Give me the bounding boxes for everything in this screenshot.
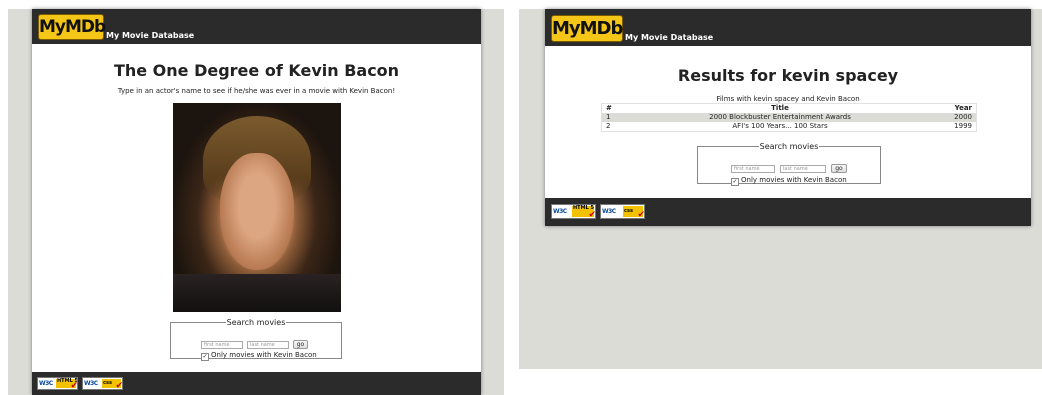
site-tagline: My Movie Database xyxy=(106,31,195,40)
row-year: 1999 xyxy=(954,122,972,130)
go-button[interactable]: go xyxy=(293,340,308,349)
row-num: 2 xyxy=(606,122,611,130)
site-footer: W3C HTML 5 ✔ W3C css ✔ xyxy=(545,198,1031,226)
w3c-logo-icon: W3C xyxy=(553,208,567,215)
search-legend: Search movies xyxy=(759,142,819,151)
photo-face xyxy=(220,153,294,271)
last-name-input[interactable]: last name xyxy=(780,165,826,173)
results-title: Results for kevin spacey xyxy=(677,66,899,85)
last-name-input[interactable]: last name xyxy=(247,341,289,349)
site-logo[interactable]: MyMDb xyxy=(551,15,623,42)
row-year: 2000 xyxy=(932,113,977,122)
results-caption: Films with kevin spacey and Kevin Bacon xyxy=(716,95,860,103)
site-header: MyMDb My Movie Database xyxy=(545,9,1031,46)
kevin-bacon-checkbox-row[interactable]: ✓ Only movies with Kevin Bacon xyxy=(731,176,847,186)
w3c-logo-icon: W3C xyxy=(602,208,616,215)
go-button[interactable]: go xyxy=(831,164,847,173)
checkbox-label: Only movies with Kevin Bacon xyxy=(211,351,317,359)
search-legend: Search movies xyxy=(226,318,286,327)
w3c-logo-icon: W3C xyxy=(39,380,53,387)
search-fieldset: Search movies first name last name go ✓ O… xyxy=(170,318,342,361)
check-icon: ✔ xyxy=(637,210,645,219)
first-name-input[interactable]: first name xyxy=(201,341,243,349)
check-icon: ✔ xyxy=(70,381,78,390)
site-logo[interactable]: MyMDb xyxy=(38,14,106,40)
right-page: MyMDb My Movie Database Results for kevi… xyxy=(545,9,1031,226)
checkbox-label: Only movies with Kevin Bacon xyxy=(741,176,847,184)
page-instructions: Type in an actor's name to see if he/she… xyxy=(117,87,396,95)
col-num-header: # xyxy=(606,104,612,112)
row-title: AFI's 100 Years... 100 Stars xyxy=(732,122,828,130)
w3c-css-badge[interactable]: W3C css ✔ xyxy=(600,204,645,219)
w3c-html5-badge[interactable]: W3C HTML 5 ✔ xyxy=(551,204,596,219)
w3c-logo-icon: W3C xyxy=(84,380,98,387)
first-name-input[interactable]: first name xyxy=(731,165,775,173)
col-title-header: Title xyxy=(771,104,789,112)
checkbox-icon[interactable]: ✓ xyxy=(731,178,739,186)
table-header-row: # Title Year xyxy=(602,104,977,114)
table-row: 1 2000 Blockbuster Entertainment Awards … xyxy=(601,113,977,122)
site-tagline: My Movie Database xyxy=(625,33,714,42)
site-header: MyMDb My Movie Database xyxy=(32,9,481,44)
page-title: The One Degree of Kevin Bacon xyxy=(113,61,400,80)
row-title: 2000 Blockbuster Entertainment Awards xyxy=(628,113,932,122)
table-row: 2 AFI's 100 Years... 100 Stars 1999 xyxy=(602,122,977,132)
results-table: # Title Year 1 2000 Blockbuster Entertai… xyxy=(601,103,977,132)
w3c-html5-badge[interactable]: W3C HTML 5 ✔ xyxy=(37,377,78,390)
check-icon: ✔ xyxy=(115,381,123,390)
actor-photo xyxy=(173,103,341,312)
photo-shirt xyxy=(173,274,341,312)
check-icon: ✔ xyxy=(588,210,596,219)
left-page: MyMDb My Movie Database The One Degree o… xyxy=(32,9,481,395)
checkbox-icon[interactable]: ✓ xyxy=(201,353,209,361)
kevin-bacon-checkbox-row[interactable]: ✓ Only movies with Kevin Bacon xyxy=(201,351,317,361)
col-year-header: Year xyxy=(954,104,972,112)
row-num: 1 xyxy=(601,113,628,122)
w3c-css-badge[interactable]: W3C css ✔ xyxy=(82,377,123,390)
site-footer: W3C HTML 5 ✔ W3C css ✔ xyxy=(32,372,481,395)
search-fieldset: Search movies first name last name go ✓ O… xyxy=(697,142,881,186)
